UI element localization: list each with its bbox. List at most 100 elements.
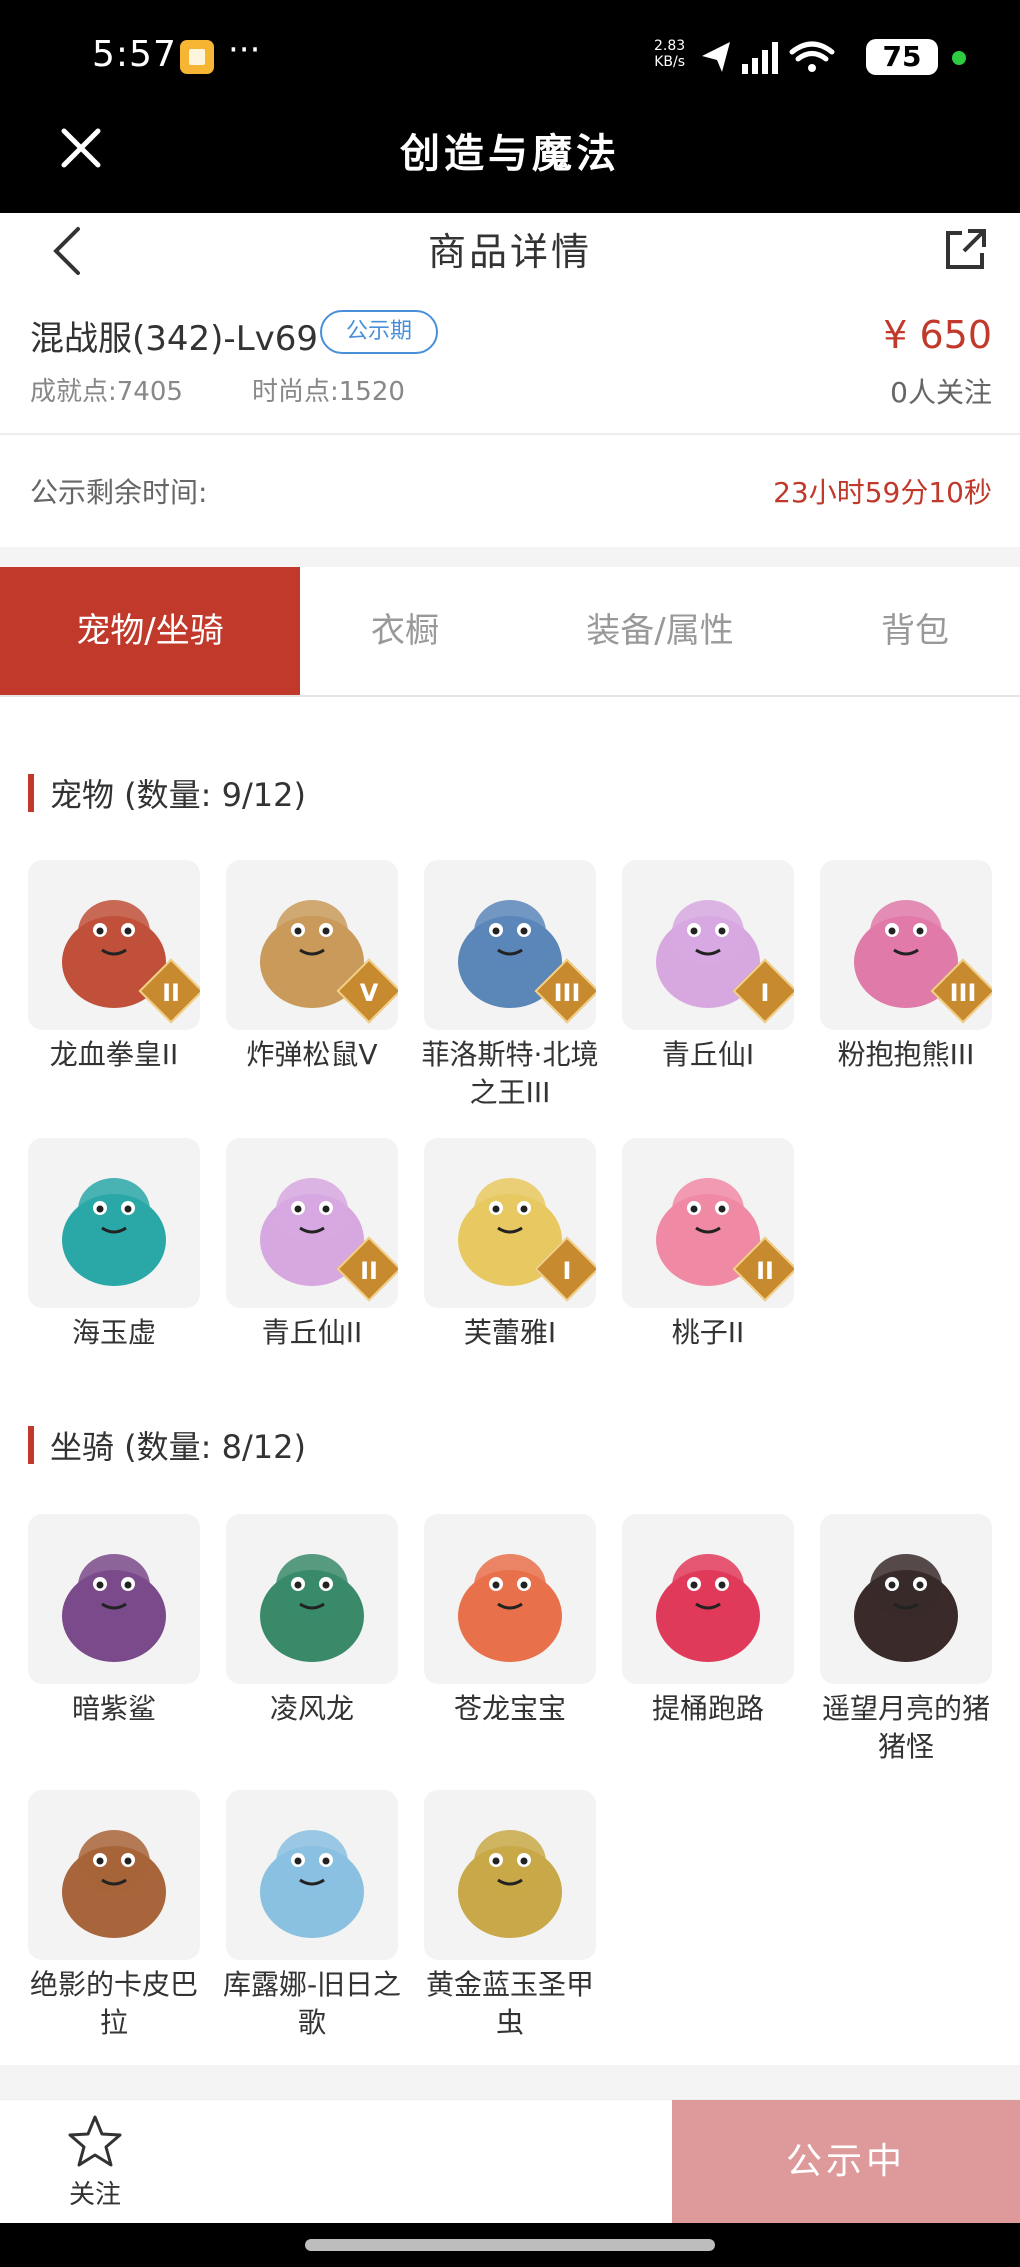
achievement-points: 成就点:7405 (30, 377, 183, 407)
location-icon (702, 42, 730, 72)
pet-card[interactable]: 海玉虚 (28, 1138, 200, 1352)
pet-card[interactable]: I 芙蕾雅I (424, 1138, 596, 1352)
app-notification-icon (180, 40, 214, 74)
follow-button[interactable]: 关注 (40, 2114, 150, 2214)
pet-thumbnail: I (622, 860, 794, 1030)
page-title: 商品详情 (427, 230, 592, 274)
tab-pets-mounts[interactable]: 宠物/坐骑 (0, 567, 300, 695)
pet-card[interactable]: II 青丘仙II (226, 1138, 398, 1352)
app-title-bar: 创造与魔法 (0, 115, 1020, 213)
tab-bag[interactable]: 背包 (810, 567, 1020, 695)
tab-equipment[interactable]: 装备/属性 (530, 567, 790, 695)
pet-card[interactable]: II 桃子II (622, 1138, 794, 1352)
follower-count: 0人关注 (890, 376, 992, 409)
mount-card[interactable]: 遥望月亮的猪猪怪 (820, 1514, 992, 1766)
pet-illustration-icon (62, 1178, 166, 1286)
mount-thumbnail (424, 1790, 596, 1960)
pet-card[interactable]: I 青丘仙I (622, 860, 794, 1074)
section-divider (0, 547, 1020, 567)
mount-illustration-icon (260, 1830, 364, 1938)
pet-card[interactable]: III 粉抱抱熊III (820, 860, 992, 1074)
mounts-section-title: 坐骑 (数量: 8/12) (28, 1422, 306, 1468)
fashion-points: 时尚点:1520 (252, 377, 405, 407)
home-indicator[interactable] (305, 2239, 715, 2251)
rank-badge-text: III (949, 979, 977, 1007)
rank-badge-text: II (162, 979, 180, 1007)
footer-divider (0, 2065, 1020, 2099)
gesture-bar (0, 2223, 1020, 2267)
pet-name: 芙蕾雅I (463, 1316, 557, 1349)
pet-thumbnail: II (622, 1138, 794, 1308)
pets-section-title-text: 宠物 (数量: 9/12) (50, 776, 306, 814)
pet-thumbnail: I (424, 1138, 596, 1308)
signal-icon (742, 42, 778, 74)
rank-badge-text: I (562, 1257, 572, 1285)
pet-thumbnail: II (28, 860, 200, 1030)
status-bar: 5:57 ··· 2.83 KB/s 75 (0, 0, 1020, 115)
mount-thumbnail (28, 1514, 200, 1684)
pets-section-title: 宠物 (数量: 9/12) (28, 770, 306, 816)
tab-wardrobe[interactable]: 衣橱 (300, 567, 510, 695)
mount-illustration-icon (260, 1554, 364, 1662)
more-notifications-indicator: ··· (228, 30, 261, 70)
remaining-time-row: 公示剩余时间: 23小时59分10秒 (0, 437, 1020, 547)
mount-name: 暗紫鲨 (71, 1692, 156, 1725)
share-icon[interactable] (942, 225, 990, 273)
rank-badge-text: II (360, 1257, 378, 1285)
mount-illustration-icon (854, 1554, 958, 1662)
rank-badge-text: V (359, 979, 379, 1007)
pet-name: 粉抱抱熊III (837, 1038, 975, 1071)
mount-thumbnail (226, 1790, 398, 1960)
pet-card[interactable]: III 菲洛斯特·北境之王III (422, 860, 598, 1112)
public-status-button[interactable]: 公示中 (672, 2100, 1020, 2224)
pet-thumbnail: III (820, 860, 992, 1030)
mount-name: 提桶跑路 (651, 1692, 764, 1725)
pet-thumbnail (28, 1138, 200, 1308)
mount-name: 苍龙宝宝 (453, 1692, 566, 1725)
mount-thumbnail (820, 1514, 992, 1684)
mount-thumbnail (226, 1514, 398, 1684)
mount-card[interactable]: 凌风龙 (226, 1514, 398, 1728)
mount-illustration-icon (62, 1830, 166, 1938)
mount-card[interactable]: 绝影的卡皮巴拉 (28, 1790, 200, 2042)
pet-name: 青丘仙I (661, 1038, 755, 1071)
mounts-section-title-text: 坐骑 (数量: 8/12) (50, 1428, 306, 1466)
wifi-icon (789, 41, 835, 72)
pet-card[interactable]: II 龙血拳皇II (28, 860, 200, 1074)
mount-card[interactable]: 库露娜-旧日之歌 (223, 1790, 401, 2042)
mount-thumbnail (622, 1514, 794, 1684)
mount-card[interactable]: 提桶跑路 (622, 1514, 794, 1728)
pet-name: 桃子II (671, 1316, 745, 1349)
mount-illustration-icon (458, 1554, 562, 1662)
mount-card[interactable]: 苍龙宝宝 (424, 1514, 596, 1728)
mount-thumbnail (424, 1514, 596, 1684)
mount-illustration-icon (458, 1830, 562, 1938)
mount-illustration-icon (62, 1554, 166, 1662)
tab-bar: 宠物/坐骑 衣橱 装备/属性 背包 (0, 567, 1020, 697)
remaining-time-label: 公示剩余时间: (30, 476, 208, 509)
item-price: ¥ 650 (883, 313, 992, 357)
mount-card[interactable]: 黄金蓝玉圣甲虫 (424, 1790, 596, 2042)
pet-thumbnail: V (226, 860, 398, 1030)
star-icon (68, 2115, 122, 2167)
mount-illustration-icon (656, 1554, 760, 1662)
page-header: 商品详情 (0, 213, 1020, 299)
battery-icon: 75 (866, 39, 938, 75)
pet-name: 青丘仙II (261, 1316, 363, 1349)
status-icons (700, 38, 860, 82)
mount-name: 凌风龙 (269, 1692, 354, 1725)
pet-thumbnail: II (226, 1138, 398, 1308)
mount-name: 黄金蓝玉圣甲虫 (425, 1968, 594, 2039)
rank-badge-text: III (553, 979, 581, 1007)
remaining-time-value: 23小时59分10秒 (773, 476, 992, 509)
pet-name: 龙血拳皇II (49, 1038, 179, 1071)
pet-name: 海玉虚 (71, 1316, 156, 1349)
item-name: 混战服(342)-Lv69 (30, 319, 319, 359)
bottom-action-bar: 关注 公示中 (0, 2099, 1020, 2224)
mount-thumbnail (28, 1790, 200, 1960)
pet-card[interactable]: V 炸弹松鼠V (226, 860, 398, 1074)
mount-name: 库露娜-旧日之歌 (222, 1968, 402, 2039)
mount-card[interactable]: 暗紫鲨 (28, 1514, 200, 1728)
follow-label: 关注 (68, 2180, 121, 2210)
status-badge: 公示期 (320, 310, 438, 354)
